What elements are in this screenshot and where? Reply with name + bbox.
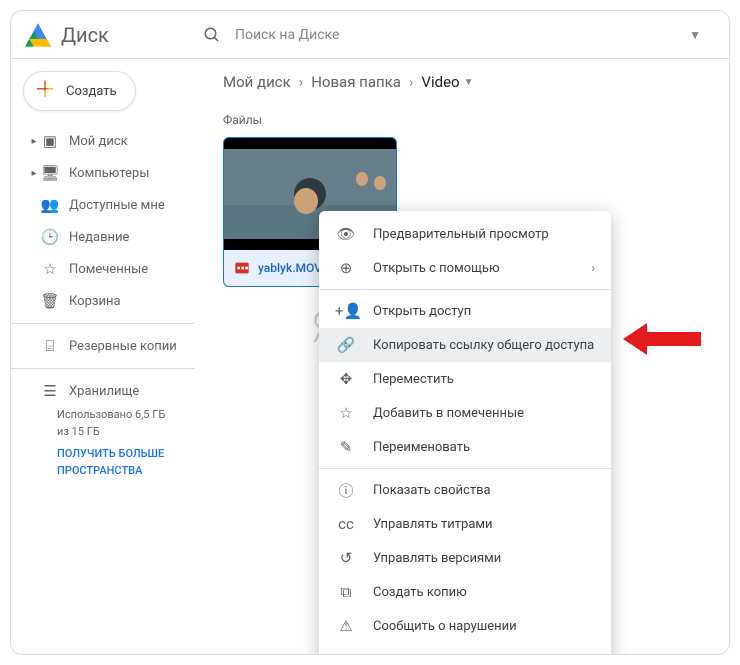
logo-area[interactable]: Диск (11, 11, 195, 58)
context-menu-item[interactable]: ⚠ Сообщить о нарушении (319, 609, 611, 643)
divider (319, 289, 611, 290)
menu-item-icon: 🔗 (335, 336, 357, 354)
sidebar-item-label: Корзина (69, 294, 181, 309)
context-menu-item[interactable]: ✥ Переместить (319, 362, 611, 396)
app-name: Диск (61, 23, 109, 47)
menu-item-label: Добавить в помеченные (373, 406, 595, 421)
sidebar-item-label: Доступные мне (69, 198, 181, 213)
menu-item-label: Предварительный просмотр (373, 227, 595, 242)
context-menu: 👁 Предварительный просмотр ⊕ Открыть с п… (319, 211, 611, 655)
storage-info: Использовано 6,5 ГБ из 15 ГБ ПОЛУЧИТЬ БО… (11, 407, 195, 479)
menu-item-icon: ⓘ (335, 480, 357, 501)
search-icon (203, 26, 227, 44)
sidebar-item[interactable]: ▸ 🖥 Компьютеры (11, 157, 195, 189)
menu-item-icon: ⧉ (335, 583, 357, 601)
nav-icon: 🖥 (39, 164, 61, 182)
menu-item-icon: cc (335, 515, 357, 533)
divider (11, 368, 195, 369)
chevron-down-icon: ▼ (464, 77, 474, 88)
context-menu-item[interactable]: cc Управлять титрами (319, 507, 611, 541)
video-file-icon (234, 260, 250, 276)
menu-item-icon: ⚠ (335, 617, 357, 635)
nav-icon: ☆ (39, 260, 61, 278)
menu-item-label: Показать свойства (373, 483, 595, 498)
context-menu-item[interactable]: +👤 Открыть доступ (319, 294, 611, 328)
sidebar-item-label: Мой диск (69, 134, 181, 149)
sidebar-item-label: Недавние (69, 230, 181, 245)
menu-item-label: Копировать ссылку общего доступа (373, 338, 595, 353)
sidebar-item[interactable]: ▸ 🗑 Корзина (11, 285, 195, 317)
menu-item-icon: ↺ (335, 549, 357, 567)
menu-item-icon: 👁 (335, 225, 357, 243)
get-more-storage-link[interactable]: ПОЛУЧИТЬ БОЛЬШЕ ПРОСТРАНСТВА (57, 446, 175, 479)
menu-item-label: Открыть доступ (373, 304, 595, 319)
menu-item-label: Открыть с помощью (373, 261, 591, 276)
search-options-icon[interactable]: ▼ (689, 28, 721, 42)
context-menu-item[interactable]: ⧉ Создать копию (319, 575, 611, 609)
context-menu-item[interactable]: ↺ Управлять версиями (319, 541, 611, 575)
menu-item-icon: ✎ (335, 438, 357, 456)
breadcrumb-item[interactable]: Video▼ (421, 73, 473, 91)
sidebar-item-label: Резервные копии (69, 339, 181, 354)
sidebar-item-label: Компьютеры (69, 166, 181, 181)
sidebar-item-storage[interactable]: ▸ ☰ Хранилище (11, 375, 195, 407)
menu-item-label: Управлять титрами (373, 517, 595, 532)
backup-icon: ⌸ (39, 337, 61, 355)
menu-item-label: Создать копию (373, 585, 595, 600)
menu-item-label: Переименовать (373, 440, 595, 455)
nav-icon: 👥 (39, 196, 61, 214)
menu-item-label: Управлять версиями (373, 551, 595, 566)
breadcrumb-item[interactable]: Мой диск (223, 73, 291, 91)
breadcrumb: Мой диск › Новая папка › Video▼ (223, 73, 701, 91)
menu-item-label: Скачать (373, 653, 595, 656)
nav-icon: 🗑 (39, 292, 61, 310)
chevron-right-icon: › (591, 261, 595, 275)
storage-icon: ☰ (39, 382, 61, 400)
context-menu-item[interactable]: 👁 Предварительный просмотр (319, 217, 611, 251)
file-name: yablyk.MOV (258, 261, 322, 275)
context-menu-item[interactable]: ⊕ Открыть с помощью › (319, 251, 611, 285)
sidebar-item[interactable]: ▸ 🕒 Недавние (11, 221, 195, 253)
context-menu-item[interactable]: ⤓ Скачать (319, 643, 611, 655)
context-menu-item[interactable]: 🔗 Копировать ссылку общего доступа (319, 328, 611, 362)
sidebar-item[interactable]: ▸ 👥 Доступные мне (11, 189, 195, 221)
search-placeholder: Поиск на Диске (235, 27, 339, 43)
new-button-label: Создать (66, 84, 117, 99)
menu-item-icon: ✥ (335, 370, 357, 388)
menu-item-icon: +👤 (335, 302, 357, 320)
sidebar-item[interactable]: ▸ ☆ Помеченные (11, 253, 195, 285)
chevron-right-icon: › (409, 73, 414, 91)
nav-icon: ▣ (39, 132, 61, 150)
menu-item-icon: ☆ (335, 404, 357, 422)
menu-item-icon: ⤓ (335, 651, 357, 655)
plus-icon: ＋ (34, 80, 56, 102)
context-menu-item[interactable]: ⓘ Показать свойства (319, 473, 611, 507)
disclosure-icon: ▸ (29, 136, 39, 147)
context-menu-item[interactable]: ☆ Добавить в помеченные (319, 396, 611, 430)
sidebar-item[interactable]: ▸ ▣ Мой диск (11, 125, 195, 157)
chevron-right-icon: › (299, 73, 304, 91)
section-label: Файлы (223, 113, 701, 127)
search-box[interactable]: Поиск на Диске ▼ (195, 11, 729, 59)
app-frame: Диск Поиск на Диске ▼ ＋ Создать ▸ ▣ Мой … (10, 10, 730, 655)
storage-used-text: Использовано 6,5 ГБ из 15 ГБ (57, 407, 175, 440)
divider (11, 323, 195, 324)
sidebar: ＋ Создать ▸ ▣ Мой диск ▸ 🖥 Компьютеры ▸ … (11, 59, 195, 654)
breadcrumb-item[interactable]: Новая папка (311, 73, 401, 91)
sidebar-item-label: Помеченные (69, 262, 181, 277)
context-menu-item[interactable]: ✎ Переименовать (319, 430, 611, 464)
new-button[interactable]: ＋ Создать (23, 71, 136, 111)
disclosure-icon: ▸ (29, 168, 39, 179)
divider (319, 468, 611, 469)
top-bar: Диск Поиск на Диске ▼ (11, 11, 729, 59)
nav-icon: 🕒 (39, 228, 61, 246)
sidebar-item-backups[interactable]: ▸ ⌸ Резервные копии (11, 330, 195, 362)
drive-logo-icon (25, 23, 51, 47)
sidebar-item-label: Хранилище (69, 384, 181, 399)
menu-item-label: Сообщить о нарушении (373, 619, 595, 634)
menu-item-icon: ⊕ (335, 259, 357, 277)
menu-item-label: Переместить (373, 372, 595, 387)
